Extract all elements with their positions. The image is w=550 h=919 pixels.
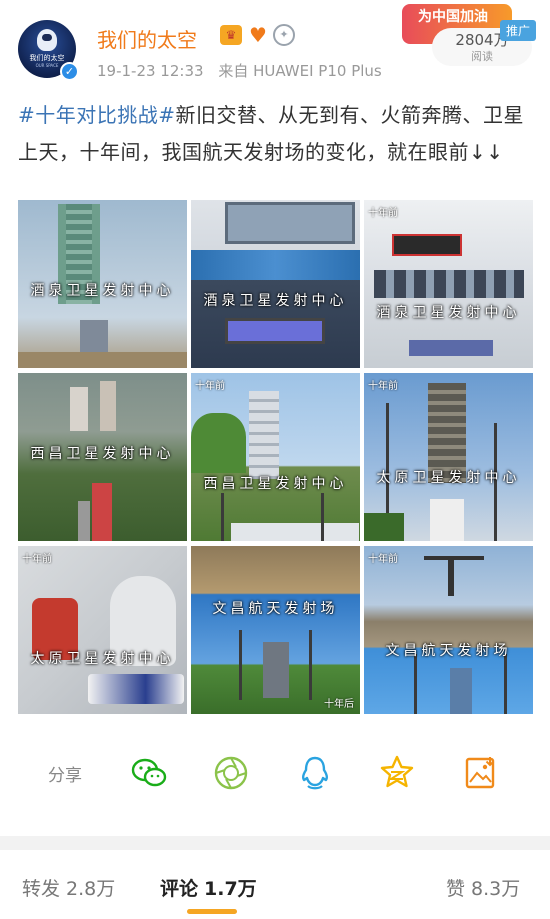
post-header: 我们的太空 OUR SPACE ✓ 我们的太空 ♛ ♥ ✦ 19-1-23 12… (0, 0, 550, 95)
tab-label: 转发 (22, 878, 61, 900)
active-tab-indicator (187, 909, 237, 914)
section-divider (0, 836, 550, 850)
image-caption: 酒泉卫星发射中心 (203, 293, 348, 309)
image-caption: 文昌航天发射场 (212, 601, 339, 617)
qq-icon[interactable] (296, 754, 334, 792)
post-text: #十年对比挑战#新旧交替、从无到有、火箭奔腾、卫星上天，十年间，我国航天发射场的… (18, 97, 533, 171)
image-watermark: 十年前 (22, 554, 52, 565)
read-label: 阅读 (471, 50, 493, 63)
qzone-icon[interactable] (378, 754, 416, 792)
image-tile[interactable]: 十年前 西昌卫星发射中心 (191, 373, 360, 541)
tab-reposts[interactable]: 转发 2.8万 (22, 874, 115, 901)
medal-badge-icon[interactable]: ✦ (273, 24, 295, 46)
hashtag-link[interactable]: #十年对比挑战# (18, 103, 176, 127)
crown-badge-icon[interactable]: ♛ (220, 25, 242, 45)
image-grid: 酒泉卫星发射中心 酒泉卫星发射中心 十年前 酒泉卫星发射中心 西昌卫星发射中心 … (18, 200, 533, 714)
tab-comments[interactable]: 评论 1.7万 (160, 874, 257, 901)
image-tile[interactable]: 十年前 太原卫星发射中心 (364, 373, 533, 541)
image-caption: 西昌卫星发射中心 (30, 446, 175, 462)
timestamp: 19-1-23 12:33 (97, 62, 204, 80)
image-tile[interactable]: 十年后 文昌航天发射场 (191, 546, 360, 714)
image-caption: 太原卫星发射中心 (30, 651, 175, 667)
tab-label: 评论 (160, 878, 199, 900)
wechat-icon[interactable] (130, 754, 168, 792)
tab-label: 赞 (446, 878, 466, 900)
post-meta: 19-1-23 12:33 来自 HUAWEI P10 Plus (97, 60, 382, 81)
tab-count: 1.7万 (204, 878, 257, 900)
image-watermark: 十年前 (368, 381, 398, 392)
tab-likes[interactable]: 赞 8.3万 (446, 874, 520, 901)
image-caption: 文昌航天发射场 (385, 643, 512, 659)
engagement-tabs: 转发 2.8万 评论 1.7万 赞 8.3万 (0, 850, 550, 919)
image-watermark: 十年前 (368, 554, 398, 565)
image-tile[interactable]: 酒泉卫星发射中心 (18, 200, 187, 368)
image-tile[interactable]: 十年前 文昌航天发射场 (364, 546, 533, 714)
tab-count: 8.3万 (471, 878, 521, 900)
share-bar: 分享 (0, 745, 550, 801)
save-image-icon[interactable] (462, 754, 500, 792)
image-watermark: 十年前 (195, 381, 225, 392)
astronaut-icon (37, 29, 57, 51)
image-caption: 酒泉卫星发射中心 (30, 283, 175, 299)
promo-tag: 推广 (500, 20, 537, 41)
image-tile[interactable]: 十年前 太原卫星发射中心 (18, 546, 187, 714)
image-tile[interactable]: 十年前 酒泉卫星发射中心 (364, 200, 533, 368)
image-caption: 太原卫星发射中心 (376, 470, 521, 486)
share-label: 分享 (48, 766, 82, 786)
image-caption: 酒泉卫星发射中心 (376, 305, 521, 321)
image-watermark: 十年后 (324, 699, 354, 710)
verified-icon: ✓ (60, 62, 79, 81)
image-tile[interactable]: 西昌卫星发射中心 (18, 373, 187, 541)
tab-count: 2.8万 (66, 878, 116, 900)
image-tile[interactable]: 酒泉卫星发射中心 (191, 200, 360, 368)
image-caption: 西昌卫星发射中心 (203, 476, 348, 492)
heart-badge-icon[interactable]: ♥ (247, 25, 269, 45)
image-watermark: 十年前 (368, 208, 398, 219)
username[interactable]: 我们的太空 (97, 24, 197, 53)
avatar-text: 我们的太空 (29, 54, 65, 62)
moments-icon[interactable] (212, 754, 250, 792)
post-source: 来自 HUAWEI P10 Plus (218, 62, 382, 80)
